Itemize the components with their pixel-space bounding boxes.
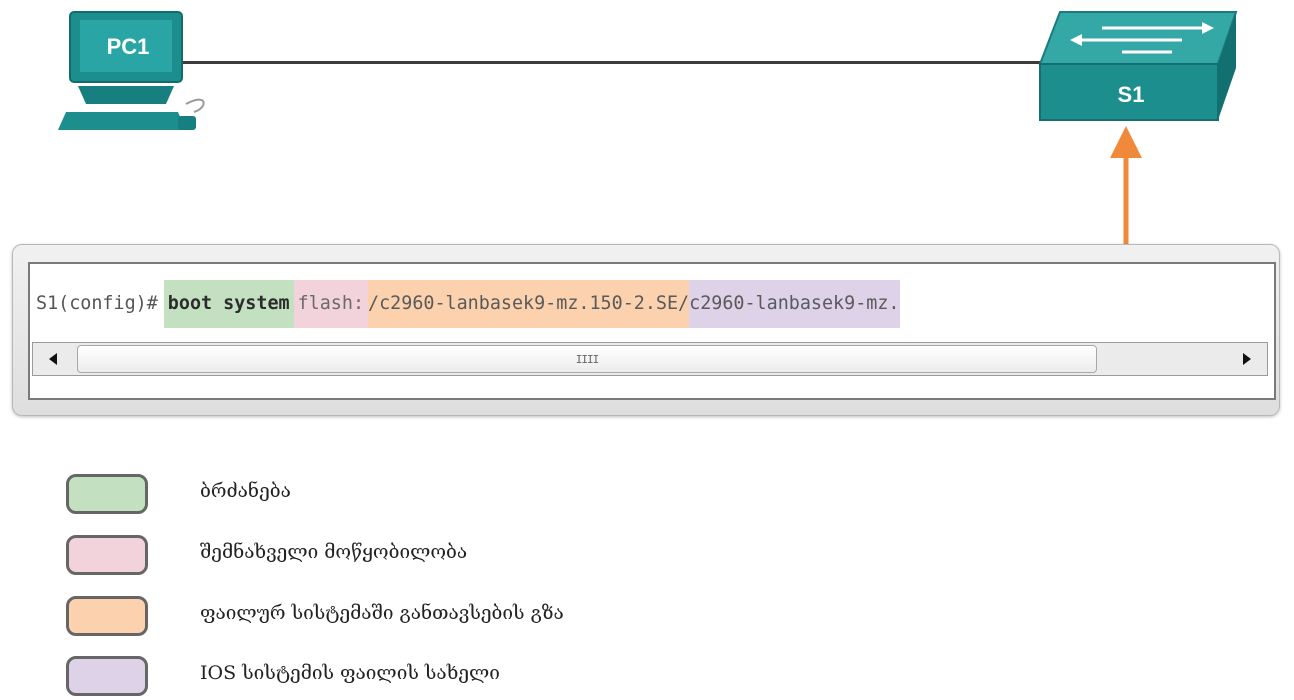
file-path-segment: /c2960-lanbasek9-mz.150-2.SE/ bbox=[368, 280, 690, 328]
scroll-right-button[interactable] bbox=[1227, 343, 1267, 375]
legend-swatch bbox=[66, 656, 148, 696]
arrow-left-icon bbox=[49, 353, 57, 365]
switch-icon bbox=[1038, 11, 1238, 121]
cli-prompt: S1(config)# bbox=[36, 293, 158, 314]
legend-label: ფაილურ სისტემაში განთავსების გზა bbox=[200, 602, 564, 624]
switch-label: S1 bbox=[1117, 82, 1145, 107]
network-link bbox=[178, 61, 1040, 64]
legend-swatch bbox=[66, 474, 148, 514]
legend-label: ბრძანება bbox=[200, 480, 291, 502]
ios-filename-segment: c2960-lanbasek9-mz. bbox=[689, 280, 900, 328]
legend-label: შემნახველი მოწყობილობა bbox=[200, 541, 468, 563]
scroll-left-button[interactable] bbox=[33, 343, 73, 375]
arrow-right-icon bbox=[1243, 353, 1251, 365]
legend-swatch bbox=[66, 535, 148, 575]
pc-icon bbox=[58, 11, 205, 130]
command-line: S1(config)# boot system flash:/c2960-lanba… bbox=[32, 280, 900, 328]
legend-swatch bbox=[66, 596, 148, 636]
storage-device-segment: flash: bbox=[293, 280, 369, 328]
scroll-thumb[interactable]: IIII bbox=[77, 345, 1097, 373]
scroll-grip: IIII bbox=[575, 352, 599, 366]
pointer-arrow-icon bbox=[1110, 126, 1142, 254]
horizontal-scrollbar[interactable]: IIII bbox=[32, 342, 1268, 376]
pc-label: PC1 bbox=[106, 34, 150, 59]
legend-label: IOS სისტემის ფაილის სახელი bbox=[200, 662, 500, 684]
command-segment: boot system bbox=[163, 280, 294, 328]
